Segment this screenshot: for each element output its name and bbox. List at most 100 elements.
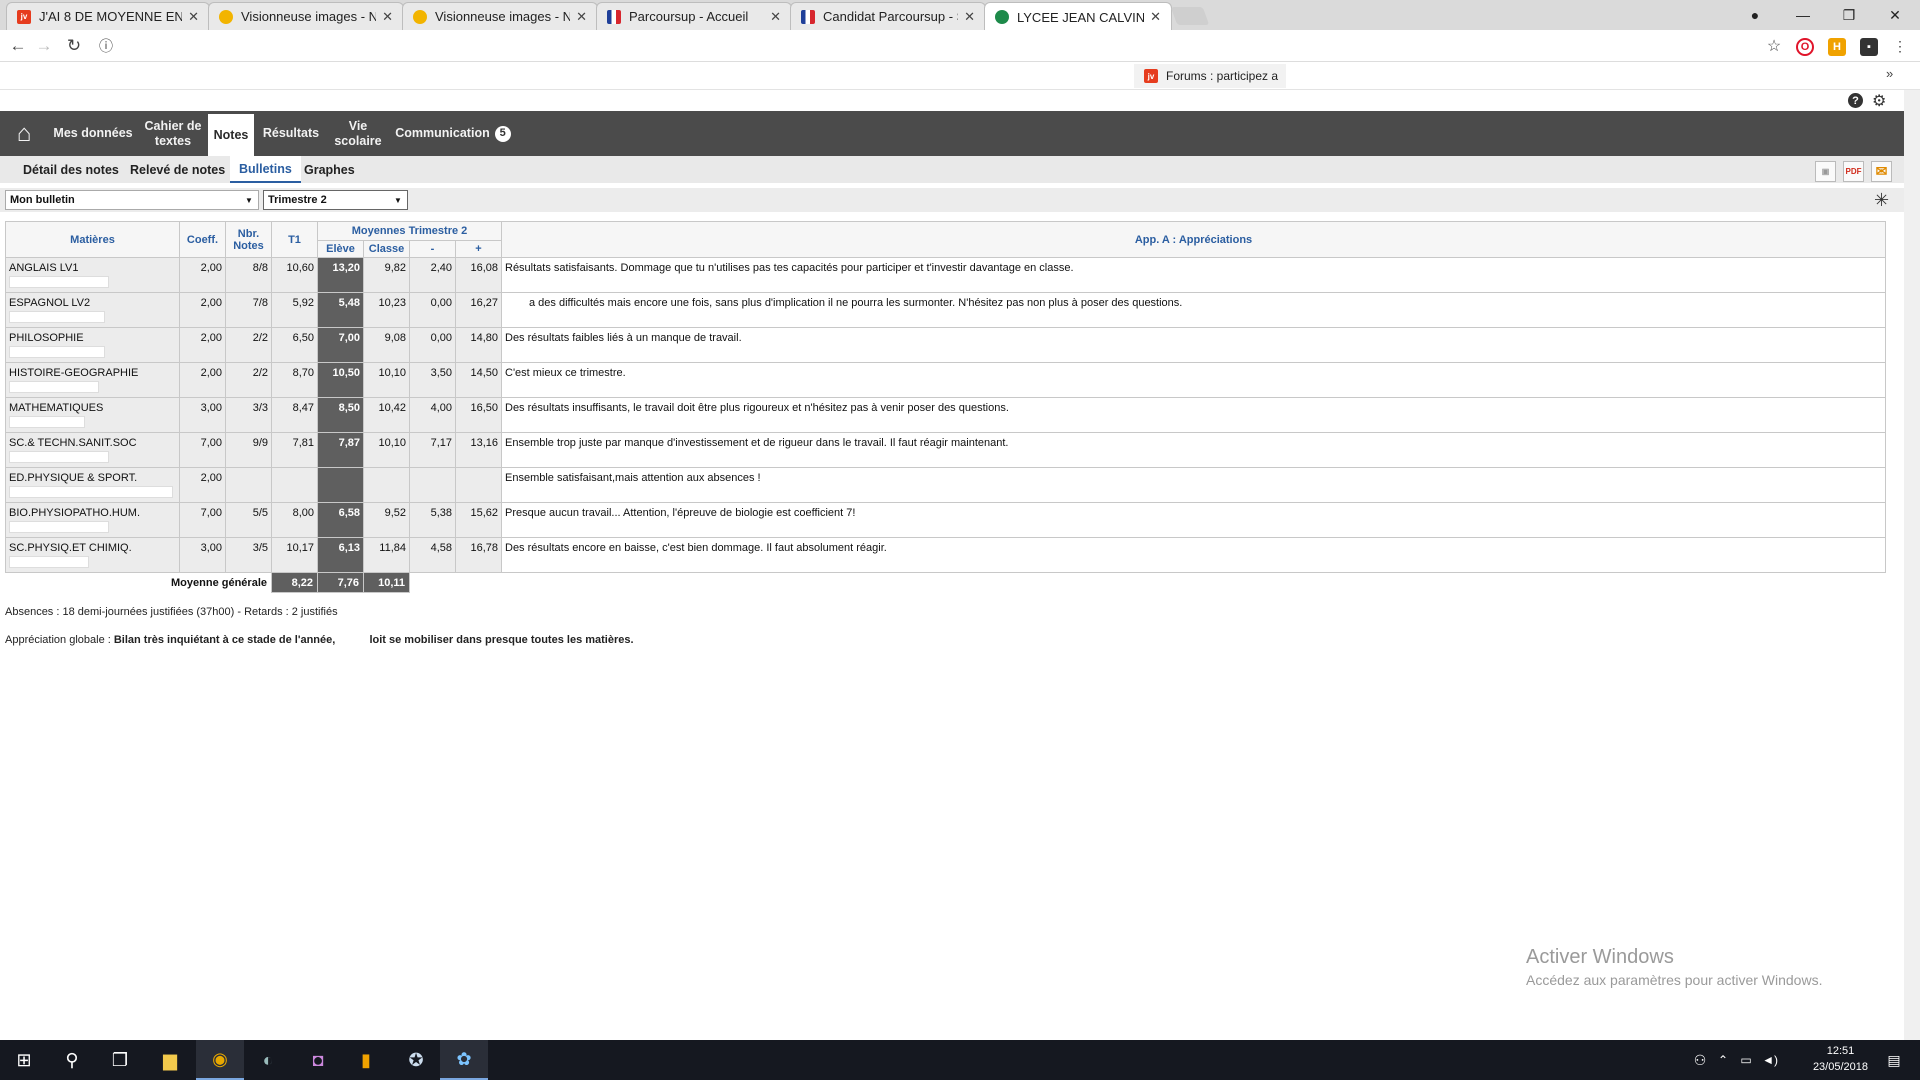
close-tab-icon[interactable]: ✕ <box>1150 9 1161 25</box>
back-icon[interactable]: ← <box>6 34 30 58</box>
pronote-icon <box>995 10 1009 24</box>
browser-tab-1[interactable]: jv J'AI 8 DE MOYENNE EN S ✕ <box>6 2 210 30</box>
nav-notes[interactable]: Notes <box>208 111 254 156</box>
close-tab-icon[interactable]: ✕ <box>770 9 781 25</box>
notifications-icon[interactable]: ▤ <box>1870 1040 1918 1080</box>
subtab-bulletins[interactable]: Bulletins <box>230 156 301 183</box>
cell-matiere: ESPAGNOL LV2 <box>5 292 180 328</box>
mail-icon[interactable]: ✉ <box>1871 161 1892 182</box>
close-tab-icon[interactable]: ✕ <box>964 9 975 25</box>
site-info-icon[interactable]: ⓘ <box>94 34 118 58</box>
table-row[interactable]: ESPAGNOL LV2 2,00 7/8 5,92 5,48 10,23 0,… <box>5 292 1886 328</box>
bulletin-select[interactable]: Mon bulletin ▼ <box>5 190 259 210</box>
cell-appreciation: Résultats satisfaisants. Dommage que tu … <box>501 257 1886 293</box>
browser-tab-3[interactable]: Visionneuse images - No ✕ <box>402 2 598 30</box>
cell-coeff: 7,00 <box>179 432 226 468</box>
close-tab-icon[interactable]: ✕ <box>576 9 587 25</box>
cell-appreciation: a des difficultés mais encore une fois, … <box>501 292 1886 328</box>
cell-classe: 10,42 <box>363 397 410 433</box>
header-matieres[interactable]: Matières <box>5 221 180 258</box>
menu-kebab-icon[interactable]: ⋮ <box>1888 34 1912 58</box>
cell-t1: 10,17 <box>271 537 318 573</box>
nav-mes-donnees[interactable]: Mes données <box>48 111 138 156</box>
subtab-detail-des-notes[interactable]: Détail des notes <box>22 156 120 183</box>
table-row[interactable]: SC.& TECHN.SANIT.SOC 7,00 9/9 7,81 7,87 … <box>5 432 1886 468</box>
app-icon-1[interactable]: ◐ <box>244 1040 292 1080</box>
header-min[interactable]: - <box>409 240 456 258</box>
url-field[interactable] <box>120 36 1760 56</box>
browser-tab-4[interactable]: Parcoursup - Accueil ✕ <box>596 2 792 30</box>
table-row[interactable]: MATHEMATIQUES 3,00 3/3 8,47 8,50 10,42 4… <box>5 397 1886 433</box>
matiere-label: HISTOIRE-GEOGRAPHIE <box>9 367 139 379</box>
table-row[interactable]: SC.PHYSIQ.ET CHIMIQ. 3,00 3/5 10,17 6,13… <box>5 537 1886 573</box>
subtab-graphes[interactable]: Graphes <box>304 156 355 183</box>
volume-icon[interactable]: ◄) <box>1758 1040 1782 1080</box>
table-row[interactable]: HISTOIRE-GEOGRAPHIE 2,00 2/2 8,70 10,50 … <box>5 362 1886 398</box>
file-explorer-icon[interactable]: ▆ <box>146 1040 194 1080</box>
more-bookmarks-icon[interactable]: » <box>1886 66 1893 81</box>
nav-vie-scolaire[interactable]: Vie scolaire <box>328 111 388 156</box>
discord-icon[interactable]: ◘ <box>294 1040 342 1080</box>
table-row[interactable]: BIO.PHYSIOPATHO.HUM. 7,00 5/5 8,00 6,58 … <box>5 502 1886 538</box>
chrome-icon[interactable]: ◉ <box>196 1040 244 1080</box>
opera-icon[interactable]: O <box>1796 38 1814 56</box>
header-coeff[interactable]: Coeff. <box>179 221 226 258</box>
minimize-icon[interactable]: — <box>1780 0 1826 30</box>
pdf-icon[interactable]: PDF <box>1843 161 1864 182</box>
extension-icon[interactable]: ▪ <box>1860 38 1878 56</box>
table-row[interactable]: PHILOSOPHIE 2,00 2/2 6,50 7,00 9,08 0,00… <box>5 327 1886 363</box>
redaction-mask <box>9 486 173 498</box>
moyenne-eleve: 7,76 <box>317 572 364 593</box>
help-icon[interactable]: ? <box>1848 93 1863 108</box>
nav-resultats[interactable]: Résultats <box>256 111 326 156</box>
header-appreciations[interactable]: App. A : Appréciations <box>501 221 1886 258</box>
header-eleve[interactable]: Elève <box>317 240 364 258</box>
close-tab-icon[interactable]: ✕ <box>382 9 393 25</box>
profile-icon[interactable]: ● <box>1732 0 1778 30</box>
restore-icon[interactable]: ❐ <box>1826 0 1872 30</box>
app-icon-3[interactable]: ✿ <box>440 1040 488 1080</box>
forward-icon[interactable]: → <box>32 34 56 58</box>
header-nbr-notes[interactable]: Nbr. Notes <box>225 221 272 258</box>
cell-matiere: MATHEMATIQUES <box>5 397 180 433</box>
periode-select[interactable]: Trimestre 2 ▼ <box>263 190 408 210</box>
browser-tab-6-active[interactable]: LYCEE JEAN CALVIN - PRO ✕ <box>984 2 1172 31</box>
network-icon[interactable]: ▭ <box>1734 1040 1758 1080</box>
browser-tab-2[interactable]: Visionneuse images - No ✕ <box>208 2 404 30</box>
task-view-icon[interactable]: ❐ <box>96 1040 144 1080</box>
page-scrollbar[interactable] <box>1904 90 1920 1040</box>
app-icon-2[interactable]: ▮ <box>342 1040 390 1080</box>
header-max[interactable]: + <box>455 240 502 258</box>
header-t1[interactable]: T1 <box>271 221 318 258</box>
honey-icon[interactable]: H <box>1828 38 1846 56</box>
steam-icon[interactable]: ✪ <box>392 1040 440 1080</box>
table-row[interactable]: ED.PHYSIQUE & SPORT. 2,00 Ensemble satis… <box>5 467 1886 503</box>
cell-min <box>409 467 456 503</box>
header-classe[interactable]: Classe <box>363 240 410 258</box>
bookmark-item[interactable]: jv Forums : participez a <box>1134 64 1286 88</box>
search-icon[interactable]: ⚲ <box>48 1040 96 1080</box>
system-clock[interactable]: 12:51 23/05/2018 <box>1813 1043 1868 1075</box>
bookmark-star-icon[interactable]: ☆ <box>1762 34 1786 58</box>
save-icon[interactable]: ▣ <box>1815 161 1836 182</box>
activate-windows-title: Activer Windows <box>1526 946 1674 968</box>
close-tab-icon[interactable]: ✕ <box>188 9 199 25</box>
asterisk-icon[interactable]: ✳ <box>1874 190 1889 211</box>
windows-start-icon[interactable]: ⊞ <box>0 1040 48 1080</box>
cell-max: 13,16 <box>455 432 502 468</box>
table-row[interactable]: ANGLAIS LV1 2,00 8/8 10,60 13,20 9,82 2,… <box>5 257 1886 293</box>
subtab-releve-de-notes[interactable]: Relevé de notes <box>130 156 225 183</box>
cell-max: 16,27 <box>455 292 502 328</box>
show-hidden-icons-chevron-up-icon[interactable]: ⌃ <box>1712 1040 1734 1080</box>
subtab-label: Relevé de notes <box>130 162 226 177</box>
cell-eleve: 7,87 <box>317 432 364 468</box>
browser-tab-5[interactable]: Candidat Parcoursup - Sit ✕ <box>790 2 986 30</box>
jv-icon: jv <box>17 9 31 24</box>
home-icon[interactable]: ⌂ <box>8 111 40 156</box>
nav-cahier-de-textes[interactable]: Cahier de textes <box>140 111 206 156</box>
new-tab-button[interactable] <box>1170 7 1210 25</box>
reload-icon[interactable]: ↻ <box>62 34 86 58</box>
nav-communication[interactable]: Communication 5 <box>390 111 516 156</box>
gear-icon[interactable]: ⚙ <box>1872 91 1886 111</box>
close-window-icon[interactable]: ✕ <box>1872 0 1918 30</box>
